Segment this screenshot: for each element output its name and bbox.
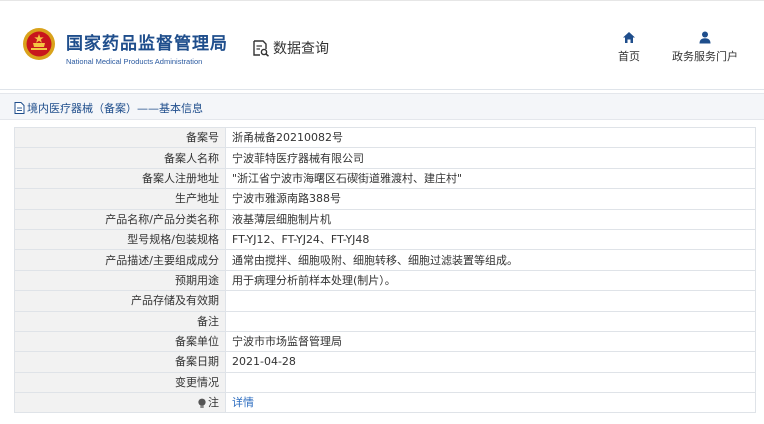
field-label: 生产地址 xyxy=(14,188,226,210)
table-row: 备案单位 宁波市市场监督管理局 xyxy=(14,330,756,353)
user-icon xyxy=(699,31,711,44)
field-value: 用于病理分析前样本处理(制片）。 xyxy=(225,269,756,292)
org-brand[interactable]: 国家药品监督管理局 National Medical Products Admi… xyxy=(66,29,228,66)
table-row: 产品描述/主要组成成分 通常由搅拌、细胞吸附、细胞转移、细胞过滤装置等组成。 xyxy=(14,249,756,271)
national-emblem-icon xyxy=(23,28,55,60)
table-row: 生产地址 宁波市雅源南路388号 xyxy=(14,188,756,210)
nav-service-portal[interactable]: 政务服务门户 xyxy=(666,31,744,64)
data-query-label: 数据查询 xyxy=(273,41,329,57)
field-value: 2021-04-28 xyxy=(225,351,756,373)
field-value: FT-YJ12、FT-YJ24、FT-YJ48 xyxy=(225,228,756,251)
table-row: 产品名称/产品分类名称 液基薄层细胞制片机 xyxy=(14,208,756,230)
nav-home[interactable]: 首页 xyxy=(612,31,646,64)
data-query-link[interactable]: 数据查询 xyxy=(252,38,329,58)
nav-home-label: 首页 xyxy=(618,50,640,63)
field-value: "浙江省宁波市海曙区石碶街道雅渡村、建庄村" xyxy=(225,167,756,190)
field-value: 液基薄层细胞制片机 xyxy=(225,208,756,230)
field-value xyxy=(225,371,756,394)
field-value: 浙甬械备20210082号 xyxy=(225,126,756,149)
detail-table: 备案号 浙甬械备20210082号 备案人名称 宁波菲特医疗器械有限公司 备案人注册… xyxy=(14,126,756,414)
field-value: 宁波菲特医疗器械有限公司 xyxy=(225,147,756,169)
search-doc-icon xyxy=(253,40,269,57)
field-label: 备案人名称 xyxy=(14,147,226,169)
field-label: 变更情况 xyxy=(14,371,226,394)
table-row: 型号规格/包装规格 FT-YJ12、FT-YJ24、FT-YJ48 xyxy=(14,228,756,251)
note-label-text: 注 xyxy=(208,396,219,410)
field-label: 型号规格/包装规格 xyxy=(14,228,226,251)
breadcrumb-text: 境内医疗器械（备案）——基本信息 xyxy=(27,102,203,115)
table-row: 备案日期 2021-04-28 xyxy=(14,351,756,373)
field-label: 预期用途 xyxy=(14,269,226,292)
field-value xyxy=(225,310,756,332)
info-bulb-icon xyxy=(198,398,206,408)
table-row: 备案人名称 宁波菲特医疗器械有限公司 xyxy=(14,147,756,169)
field-label: 备案单位 xyxy=(14,330,226,353)
field-value: 宁波市市场监督管理局 xyxy=(225,330,756,353)
field-label: 备案人注册地址 xyxy=(14,167,226,190)
field-label: 备案日期 xyxy=(14,351,226,373)
table-row: 备注 xyxy=(14,310,756,332)
field-value xyxy=(225,290,756,312)
note-label: 注 xyxy=(14,392,226,414)
field-label: 备注 xyxy=(14,310,226,332)
top-header: 国家药品监督管理局 National Medical Products Admi… xyxy=(0,0,764,90)
table-row: 备案号 浙甬械备20210082号 xyxy=(14,126,756,149)
document-icon xyxy=(14,102,25,114)
org-name-cn: 国家药品监督管理局 xyxy=(66,34,228,54)
field-label: 产品存储及有效期 xyxy=(14,290,226,312)
details-link[interactable]: 详情 xyxy=(232,396,254,409)
field-label: 备案号 xyxy=(14,126,226,149)
field-value: 宁波市雅源南路388号 xyxy=(225,188,756,210)
nav-portal-label: 政务服务门户 xyxy=(672,50,738,63)
org-name-en: National Medical Products Administration xyxy=(66,57,203,66)
table-row: 备案人注册地址 "浙江省宁波市海曙区石碶街道雅渡村、建庄村" xyxy=(14,167,756,190)
table-row: 产品存储及有效期 xyxy=(14,290,756,312)
home-icon xyxy=(623,32,635,43)
field-label: 产品名称/产品分类名称 xyxy=(14,208,226,230)
table-row: 注 详情 xyxy=(14,392,756,414)
table-row: 变更情况 xyxy=(14,371,756,394)
table-row: 预期用途 用于病理分析前样本处理(制片）。 xyxy=(14,269,756,292)
field-label: 产品描述/主要组成成分 xyxy=(14,249,226,271)
breadcrumb: 境内医疗器械（备案）——基本信息 xyxy=(0,93,764,120)
field-value: 通常由搅拌、细胞吸附、细胞转移、细胞过滤装置等组成。 xyxy=(225,249,756,271)
